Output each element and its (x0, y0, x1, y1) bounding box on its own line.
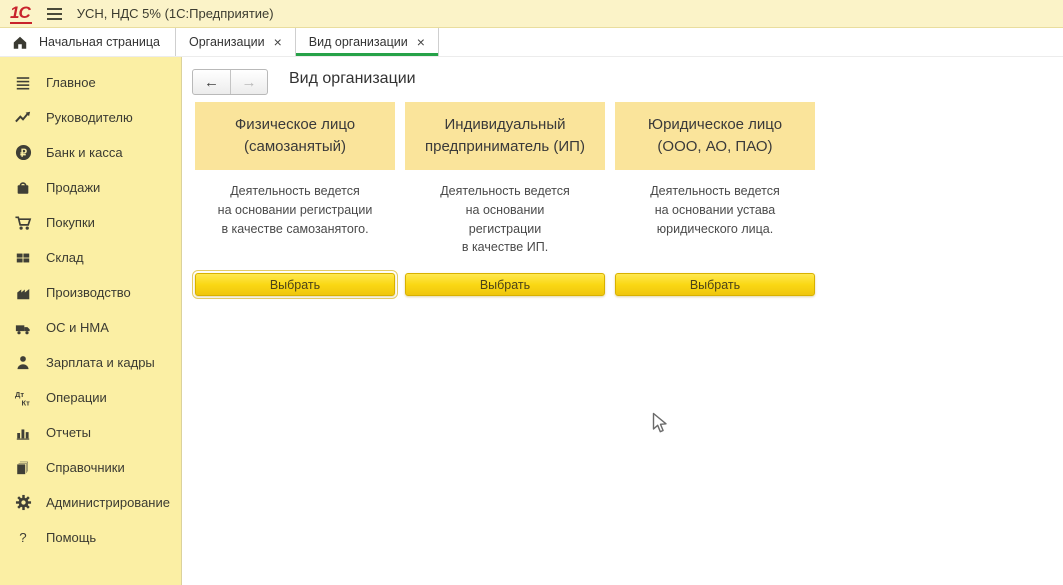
organization-type-cards: Физическое лицо (самозанятый) Деятельнос… (195, 102, 835, 302)
truck-icon (13, 319, 33, 337)
card-individual-self-employed: Физическое лицо (самозанятый) Деятельнос… (195, 102, 395, 298)
sidebar-item-administrirovanie[interactable]: Администрирование (0, 485, 181, 520)
card-title: Индивидуальный предприниматель (ИП) (405, 102, 605, 170)
svg-text:₽: ₽ (20, 148, 27, 159)
card-description: Деятельность ведется на основании регист… (405, 182, 605, 257)
page-title: Вид организации (289, 70, 416, 88)
main-content: ← → Вид организации Физическое лицо (сам… (182, 57, 1063, 585)
close-icon[interactable]: × (417, 35, 425, 49)
back-button[interactable]: ← (193, 70, 230, 94)
sidebar: Главное Руководителю ₽ Банк и касса (0, 57, 182, 585)
active-tab-underline (296, 53, 438, 56)
sidebar-item-label: Справочники (46, 460, 125, 475)
sidebar-item-label: Операции (46, 390, 107, 405)
sidebar-item-operacii[interactable]: Дт Кт Операции (0, 380, 181, 415)
sidebar-item-pomoshch[interactable]: ? Помощь (0, 520, 181, 555)
sidebar-item-rukovoditelyu[interactable]: Руководителю (0, 100, 181, 135)
gear-icon (13, 494, 33, 512)
sidebar-item-label: Покупки (46, 215, 95, 230)
select-button-legal-entity[interactable]: Выбрать (615, 273, 815, 296)
tabbar: Начальная страница Организации × Вид орг… (0, 28, 1063, 57)
sidebar-item-os-i-nma[interactable]: ОС и НМА (0, 310, 181, 345)
history-nav-group: ← → (192, 69, 268, 95)
boxes-icon (13, 249, 33, 267)
card-individual-entrepreneur: Индивидуальный предприниматель (ИП) Деят… (405, 102, 605, 298)
sidebar-item-label: Зарплата и кадры (46, 355, 155, 370)
sidebar-item-label: Склад (46, 250, 84, 265)
sidebar-item-label: Банк и касса (46, 145, 123, 160)
factory-icon (13, 284, 33, 302)
menu-lines-icon (13, 74, 33, 92)
ruble-circle-icon: ₽ (13, 144, 33, 162)
sidebar-item-label: Администрирование (46, 495, 170, 510)
sidebar-item-label: Руководителю (46, 110, 133, 125)
sidebar-item-label: Производство (46, 285, 131, 300)
card-title: Физическое лицо (самозанятый) (195, 102, 395, 170)
tab-organizacii[interactable]: Организации × (176, 28, 296, 56)
sidebar-item-pokupki[interactable]: Покупки (0, 205, 181, 240)
svg-text:Кт: Кт (22, 398, 31, 407)
sidebar-item-label: ОС и НМА (46, 320, 109, 335)
close-icon[interactable]: × (274, 35, 282, 49)
sidebar-item-label: Отчеты (46, 425, 91, 440)
card-legal-entity: Юридическое лицо (ООО, АО, ПАО) Деятельн… (615, 102, 815, 298)
shopping-cart-icon (13, 214, 33, 232)
sidebar-item-label: Продажи (46, 180, 100, 195)
sidebar-item-otchety[interactable]: Отчеты (0, 415, 181, 450)
person-icon (13, 354, 33, 372)
sidebar-item-bank-i-kassa[interactable]: ₽ Банк и касса (0, 135, 181, 170)
sidebar-item-glavnoe[interactable]: Главное (0, 65, 181, 100)
forward-button[interactable]: → (230, 70, 267, 94)
svg-text:?: ? (19, 530, 26, 545)
debit-credit-icon: Дт Кт (13, 389, 33, 407)
tab-home[interactable]: Начальная страница (0, 28, 176, 56)
select-button-self-employed[interactable]: Выбрать (195, 273, 395, 296)
tab-vid-organizacii[interactable]: Вид организации × (296, 28, 439, 56)
sidebar-item-zarplata-i-kadry[interactable]: Зарплата и кадры (0, 345, 181, 380)
sidebar-item-label: Главное (46, 75, 96, 90)
mouse-cursor-icon (652, 412, 669, 440)
books-icon (13, 459, 33, 477)
question-icon: ? (13, 529, 33, 547)
tab-label: Вид организации (309, 35, 408, 49)
bar-chart-icon (13, 424, 33, 442)
titlebar: 1С УСН, НДС 5% (1С:Предприятие) (0, 0, 1063, 28)
home-icon (10, 33, 30, 51)
select-button-entrepreneur[interactable]: Выбрать (405, 273, 605, 296)
shopping-bag-icon (13, 179, 33, 197)
card-description: Деятельность ведется на основании регист… (195, 182, 395, 238)
card-title: Юридическое лицо (ООО, АО, ПАО) (615, 102, 815, 170)
trend-up-icon (13, 109, 33, 127)
sidebar-item-label: Помощь (46, 530, 96, 545)
sidebar-item-prodazhi[interactable]: Продажи (0, 170, 181, 205)
tab-label: Организации (189, 35, 265, 49)
hamburger-menu-icon[interactable] (47, 8, 62, 20)
sidebar-item-sklad[interactable]: Склад (0, 240, 181, 275)
tab-home-label: Начальная страница (39, 35, 160, 49)
card-description: Деятельность ведется на основании устава… (615, 182, 815, 238)
sidebar-item-spravochniki[interactable]: Справочники (0, 450, 181, 485)
app-title: УСН, НДС 5% (1С:Предприятие) (77, 6, 274, 21)
sidebar-item-proizvodstvo[interactable]: Производство (0, 275, 181, 310)
1c-logo-icon: 1С (10, 4, 32, 24)
